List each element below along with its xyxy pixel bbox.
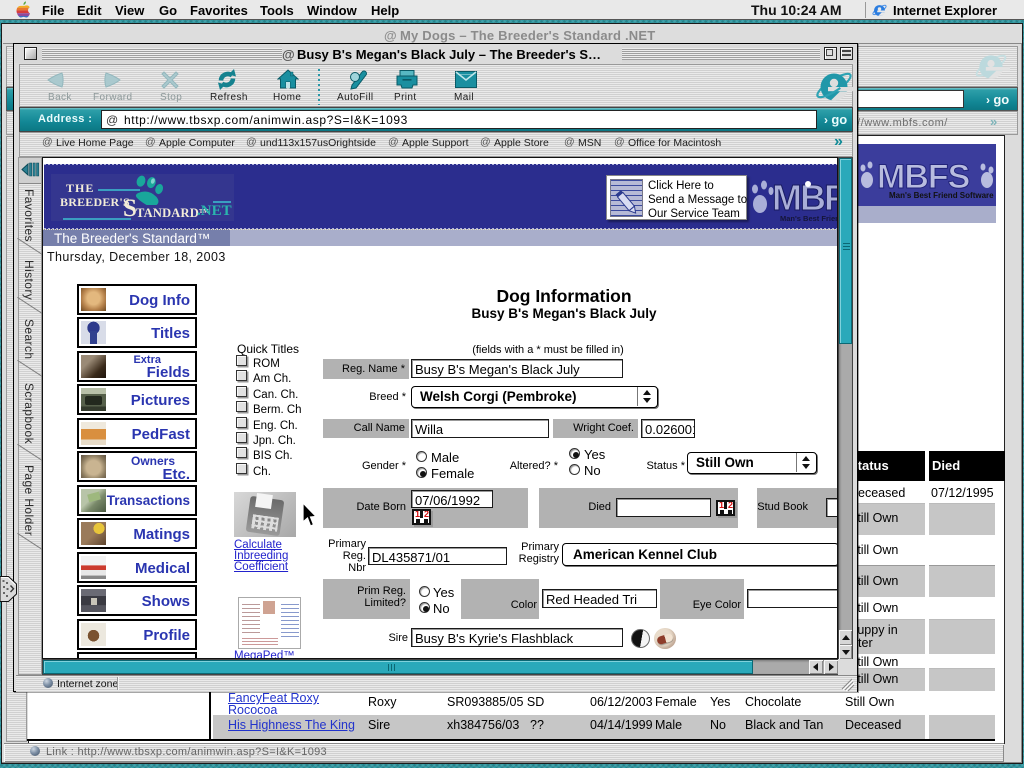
svg-text:MBF: MBF: [772, 177, 838, 218]
svg-text:Man's Best Friend Software: Man's Best Friend Software: [889, 191, 994, 200]
svg-text:Man's Best Friend S: Man's Best Friend S: [780, 214, 838, 223]
